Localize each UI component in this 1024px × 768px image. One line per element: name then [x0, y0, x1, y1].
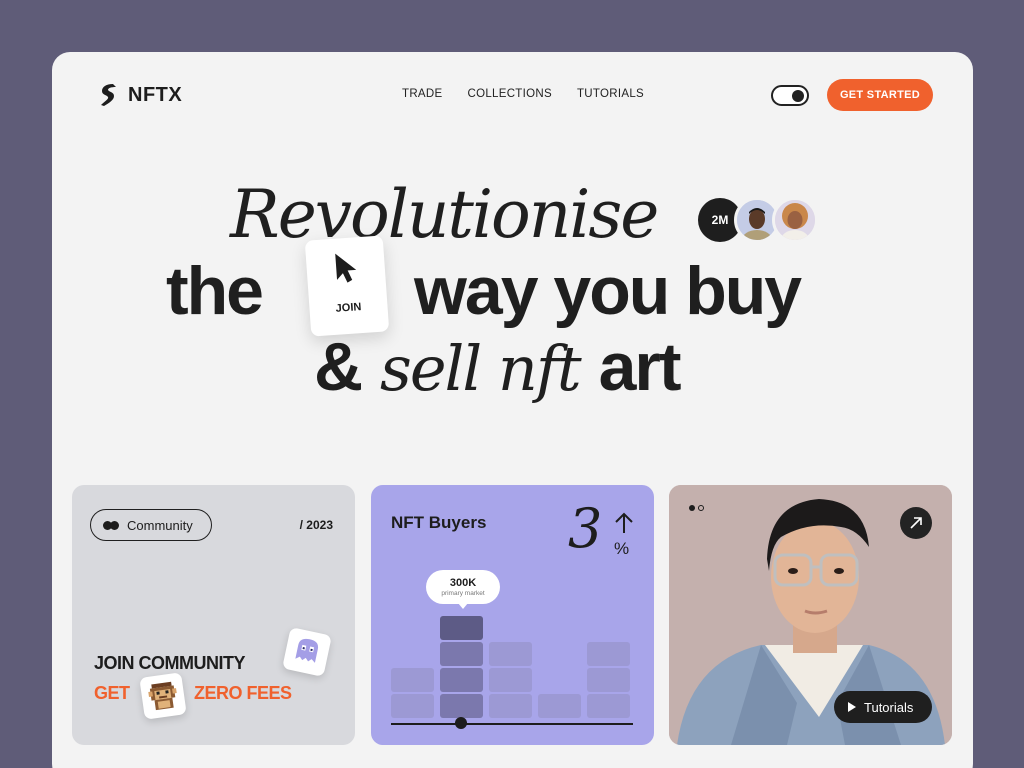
- get-text: GET: [94, 683, 130, 703]
- chart-block: [587, 694, 630, 718]
- toggle-knob: [792, 89, 804, 102]
- ampersand: &: [314, 329, 363, 405]
- tutorials-play-button[interactable]: Tutorials: [834, 691, 932, 723]
- community-pill[interactable]: Community: [90, 509, 212, 541]
- nav-tutorials[interactable]: TUTORIALS: [577, 88, 644, 100]
- year-label: / 2023: [299, 518, 333, 532]
- community-pill-label: Community: [127, 517, 193, 533]
- chart-block: [440, 694, 483, 718]
- chart-block: [587, 668, 630, 692]
- chart-block: [489, 694, 532, 718]
- ghost-sticker: [282, 627, 332, 677]
- join-label: JOIN: [335, 301, 362, 315]
- arrow-up-right-icon: [910, 517, 922, 529]
- chart-block: [440, 616, 483, 640]
- zero-fees-text: ZERO FEES: [194, 683, 292, 703]
- landing-page: NFTX TRADE COLLECTIONS TUTORIALS GET STA…: [52, 52, 973, 768]
- hero-line-3: & sell nft art: [314, 328, 682, 406]
- chart-block: [538, 694, 581, 718]
- logo-icon: [101, 84, 116, 106]
- pixel-ghost-icon: [295, 638, 319, 663]
- main-nav: TRADE COLLECTIONS TUTORIALS: [402, 88, 644, 100]
- carousel-dot-active[interactable]: [689, 505, 695, 511]
- monkey-sticker: [139, 672, 187, 720]
- nav-collections[interactable]: COLLECTIONS: [467, 88, 551, 100]
- hero-italic-words: sell nft: [380, 332, 582, 405]
- tooltip-label: primary market: [441, 590, 485, 597]
- chart-block: [440, 642, 483, 666]
- play-icon: [848, 702, 856, 712]
- tutorials-card[interactable]: Tutorials: [669, 485, 952, 745]
- brand-name: NFTX: [128, 83, 183, 106]
- community-icon: [103, 520, 119, 530]
- tutorials-button-label: Tutorials: [864, 699, 914, 715]
- carousel-indicator[interactable]: [689, 505, 704, 511]
- avatar: [772, 197, 818, 243]
- carousel-dot[interactable]: [698, 505, 704, 511]
- chart-block: [391, 668, 434, 692]
- hero-line-2-end: way you buy: [414, 253, 802, 329]
- chart-block: [587, 642, 630, 666]
- open-link-button[interactable]: [900, 507, 932, 539]
- join-community-title: JOIN COMMUNITY: [94, 653, 246, 673]
- cursor-icon: [335, 253, 357, 283]
- chart-block: [489, 642, 532, 666]
- brand-logo[interactable]: NFTX: [98, 82, 182, 108]
- buyers-bar-chart: [391, 616, 630, 718]
- pixel-monkey-icon: [148, 681, 177, 711]
- slider-track[interactable]: [391, 723, 633, 725]
- chart-block: [391, 694, 434, 718]
- hero-word-art: art: [598, 329, 682, 405]
- avatar-woman-image: [775, 200, 815, 240]
- nft-buyers-card[interactable]: NFT Buyers 3 % 300K primary market: [371, 485, 654, 745]
- chart-block: [489, 668, 532, 692]
- hero-line-1: Revolutionise: [230, 176, 659, 253]
- join-card[interactable]: JOIN: [304, 235, 390, 337]
- chart-tooltip: 300K primary market: [426, 570, 500, 609]
- tooltip-value: 300K: [449, 577, 477, 589]
- chart-block: [440, 668, 483, 692]
- avatar-man-image: [737, 200, 777, 240]
- community-card[interactable]: Community / 2023 JOIN COMMUNITY GET ZERO…: [72, 485, 355, 745]
- get-started-button[interactable]: GET STARTED: [827, 79, 933, 111]
- nav-trade[interactable]: TRADE: [402, 88, 442, 100]
- theme-toggle[interactable]: [771, 85, 809, 106]
- hero-line-2-start: the: [166, 253, 264, 329]
